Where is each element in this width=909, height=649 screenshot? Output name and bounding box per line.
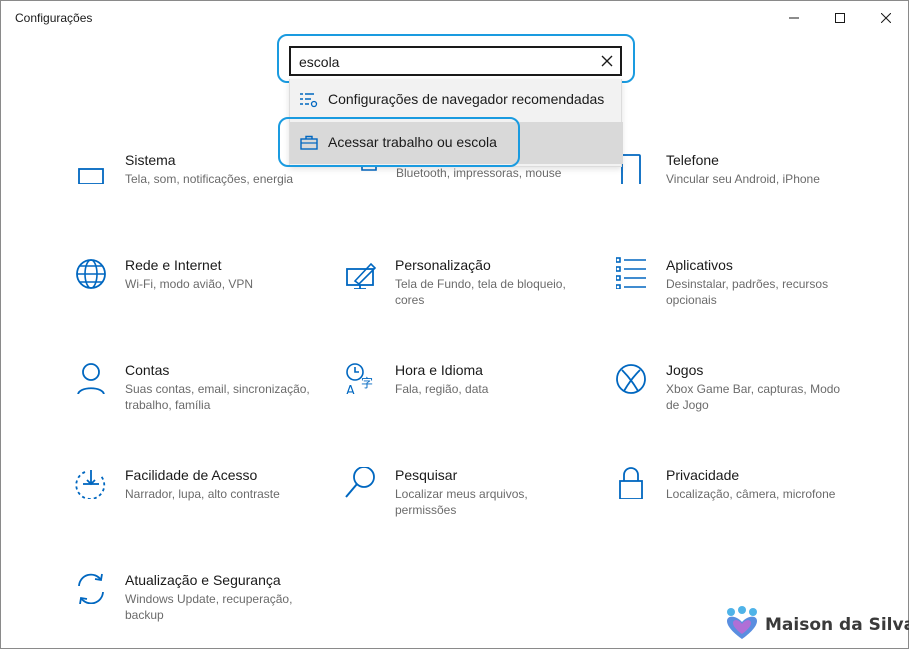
category-description: Suas contas, email, sincronização, traba… [125, 382, 310, 412]
browser-settings-icon [300, 93, 318, 108]
search-suggestions: Configurações de navegador recomendadas … [289, 79, 623, 167]
briefcase-icon [300, 135, 318, 150]
laptop-icon [78, 168, 104, 184]
close-icon [881, 13, 891, 23]
settings-window: Configurações Sistema Tela, som, notific… [0, 0, 909, 649]
category-sistema[interactable]: Sistema Tela, som, notificações, energia [75, 152, 315, 232]
lock-icon [619, 467, 643, 499]
category-title: Personalização [395, 257, 491, 273]
close-button[interactable] [863, 1, 909, 35]
category-title: Contas [125, 362, 170, 378]
apps-list-icon [616, 257, 646, 289]
search-icon [345, 467, 375, 498]
category-description: Wi-Fi, modo avião, VPN [125, 277, 254, 291]
clear-search-icon[interactable] [600, 54, 614, 68]
category-atualizacao-seguranca[interactable]: Atualização e Segurança Windows Update, … [75, 572, 315, 649]
category-title: Atualização e Segurança [125, 572, 281, 588]
suggestion-label: Acessar trabalho ou escola [328, 134, 497, 150]
watermark: Maison da Silva [723, 605, 909, 645]
minimize-icon [789, 17, 799, 19]
category-description: Vincular seu Android, iPhone [666, 172, 820, 186]
search-input[interactable] [299, 52, 589, 72]
category-title: Aplicativos [666, 257, 733, 273]
category-telefone[interactable]: Telefone Vincular seu Android, iPhone [616, 152, 856, 232]
svg-text:字: 字 [361, 375, 373, 390]
window-title: Configurações [15, 11, 93, 25]
category-description: Tela de Fundo, tela de bloqueio, cores [395, 277, 566, 307]
minimize-button[interactable] [771, 1, 817, 35]
paint-icon [346, 262, 377, 289]
watermark-text: Maison da Silva [765, 615, 909, 635]
category-hora-idioma[interactable]: A 字 Hora e Idioma Fala, região, data [345, 362, 585, 442]
suggestion-item-selected[interactable]: Acessar trabalho ou escola [290, 122, 623, 164]
category-rede-internet[interactable]: Rede e Internet Wi-Fi, modo avião, VPN [75, 257, 315, 337]
ease-of-access-icon [75, 470, 106, 499]
category-title: Facilidade de Acesso [125, 467, 258, 483]
time-language-icon: A 字 [346, 363, 373, 394]
suggestion-item[interactable]: Configurações de navegador recomendadas [290, 79, 623, 121]
category-pesquisar[interactable]: Pesquisar Localizar meus arquivos, permi… [345, 467, 585, 547]
category-aplicativos[interactable]: Aplicativos Desinstalar, padrões, recurs… [616, 257, 856, 337]
category-description: Tela, som, notificações, energia [125, 172, 294, 186]
category-description: Localização, câmera, microfone [666, 487, 836, 501]
title-bar: Configurações [1, 1, 908, 35]
category-description: Narrador, lupa, alto contraste [125, 487, 280, 501]
category-description: Localizar meus arquivos, permissões [395, 487, 528, 517]
category-jogos[interactable]: Jogos Xbox Game Bar, capturas, Modo de J… [616, 362, 856, 442]
category-title: Sistema [125, 152, 176, 168]
category-description: Fala, região, data [395, 382, 489, 396]
person-icon [77, 363, 105, 394]
category-description: Windows Update, recuperação, backup [125, 592, 293, 622]
maximize-button[interactable] [817, 1, 863, 35]
watermark-logo-icon [727, 606, 757, 639]
category-privacidade[interactable]: Privacidade Localização, câmera, microfo… [616, 467, 856, 547]
category-description: Xbox Game Bar, capturas, Modo de Jogo [666, 382, 841, 412]
sync-icon [78, 573, 104, 604]
category-contas[interactable]: Contas Suas contas, email, sincronização… [75, 362, 315, 442]
svg-text:A: A [346, 384, 355, 394]
category-title: Telefone [666, 152, 719, 168]
category-description: Bluetooth, impressoras, mouse [396, 166, 562, 180]
suggestion-label: Configurações de navegador recomendadas [328, 91, 605, 107]
globe-icon [76, 259, 106, 289]
category-personalizacao[interactable]: Personalização Tela de Fundo, tela de bl… [345, 257, 585, 337]
search-box[interactable] [289, 46, 622, 76]
category-title: Jogos [666, 362, 704, 378]
category-title: Hora e Idioma [395, 362, 483, 378]
category-facilidade-acesso[interactable]: Facilidade de Acesso Narrador, lupa, alt… [75, 467, 315, 547]
xbox-icon [616, 364, 646, 394]
maximize-icon [835, 13, 845, 23]
category-title: Rede e Internet [125, 257, 222, 273]
category-title: Pesquisar [395, 467, 458, 483]
category-description: Desinstalar, padrões, recursos opcionais [666, 277, 829, 307]
category-title: Privacidade [666, 467, 740, 483]
